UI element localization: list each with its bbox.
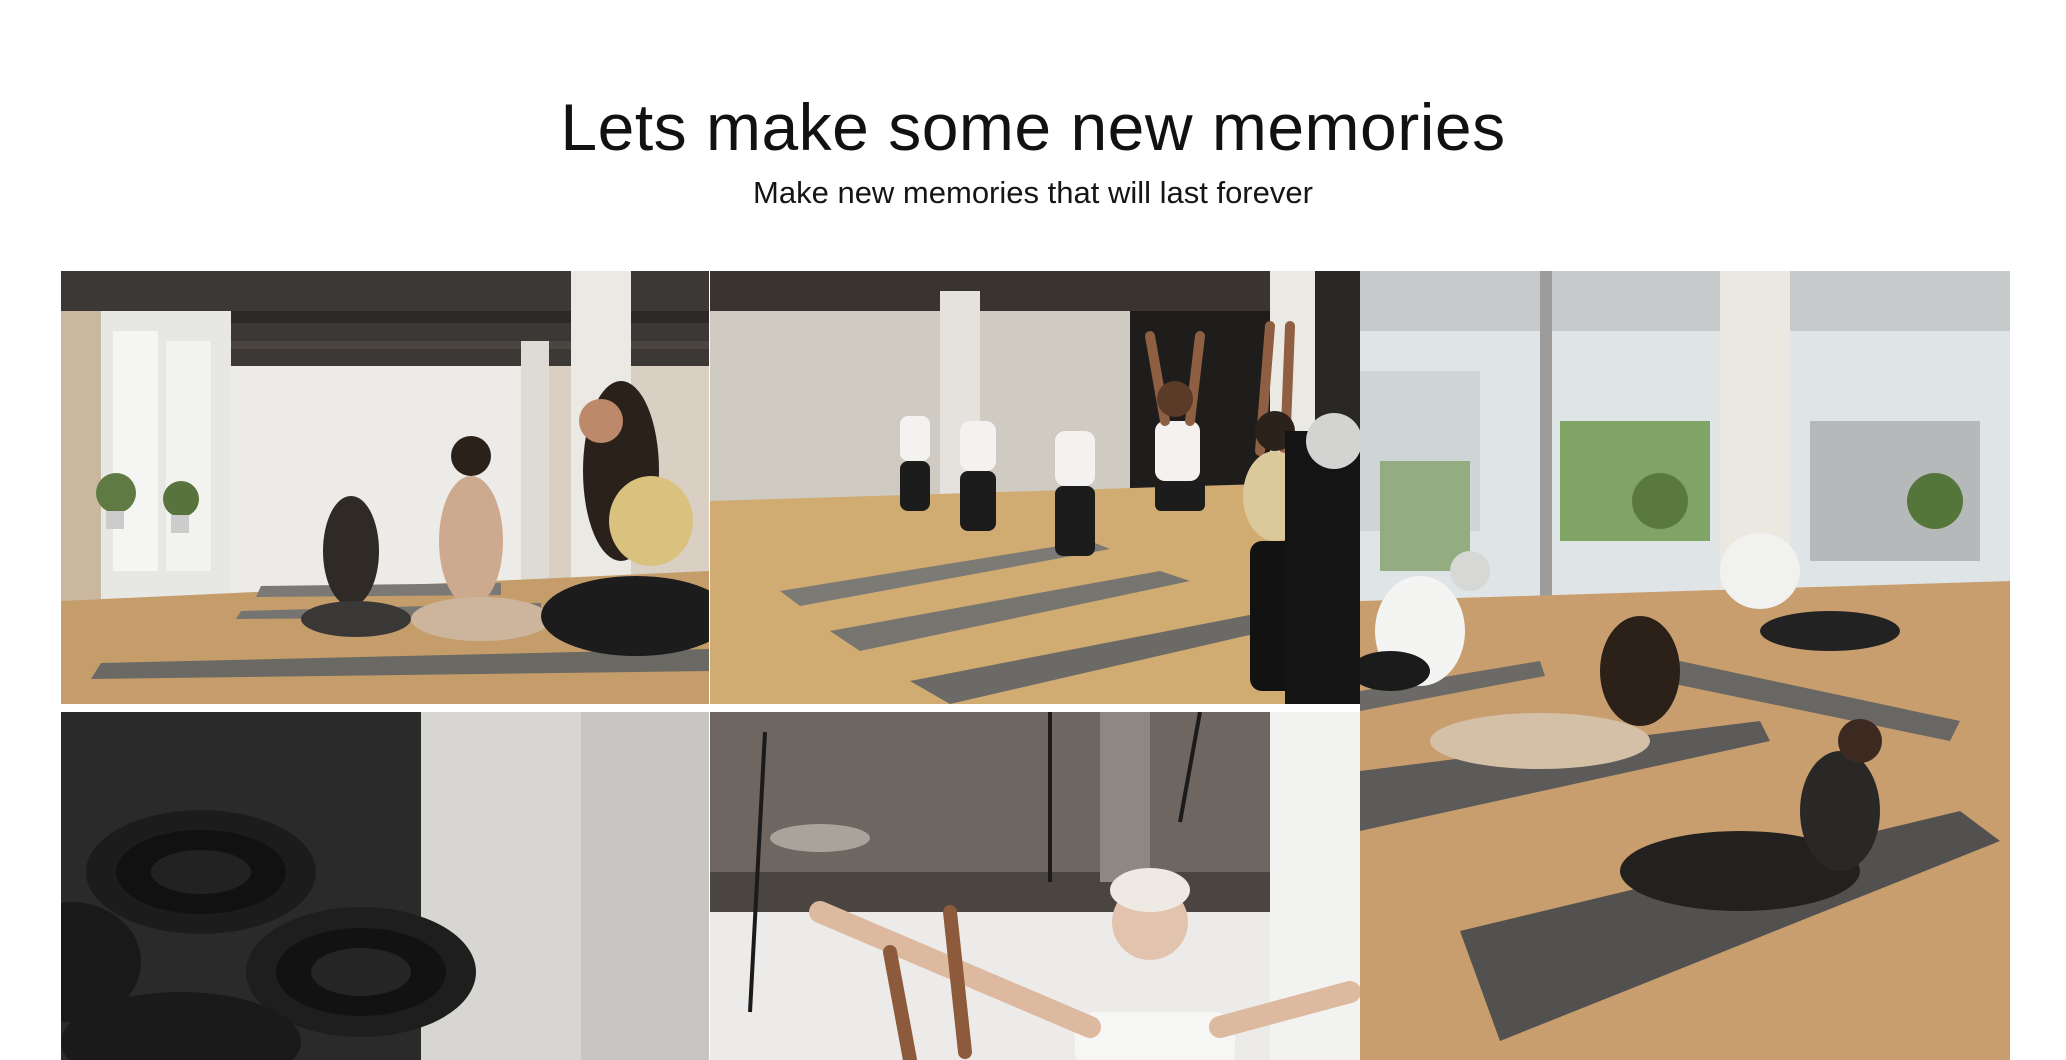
seated-yoga-image: [61, 271, 709, 704]
photo-tile-instructor[interactable]: [710, 712, 1360, 1060]
page-subtitle: Make new memories that will last forever: [753, 175, 1313, 210]
rolled-mats-image: [61, 712, 709, 1060]
page: Lets make some new memories Make new mem…: [0, 0, 2066, 1060]
page-title: Lets make some new memories: [560, 90, 1506, 164]
instructor-image: [710, 712, 1360, 1060]
upward-dog-image: [1360, 271, 2010, 1060]
photo-tile-seated-yoga[interactable]: [61, 271, 709, 704]
photo-tile-warrior-class[interactable]: [710, 271, 1360, 704]
photo-tile-rolled-mats[interactable]: [61, 712, 709, 1060]
photo-gallery: [61, 271, 2010, 1060]
warrior-class-image: [710, 271, 1360, 704]
photo-tile-upward-dog[interactable]: [1360, 271, 2010, 1060]
